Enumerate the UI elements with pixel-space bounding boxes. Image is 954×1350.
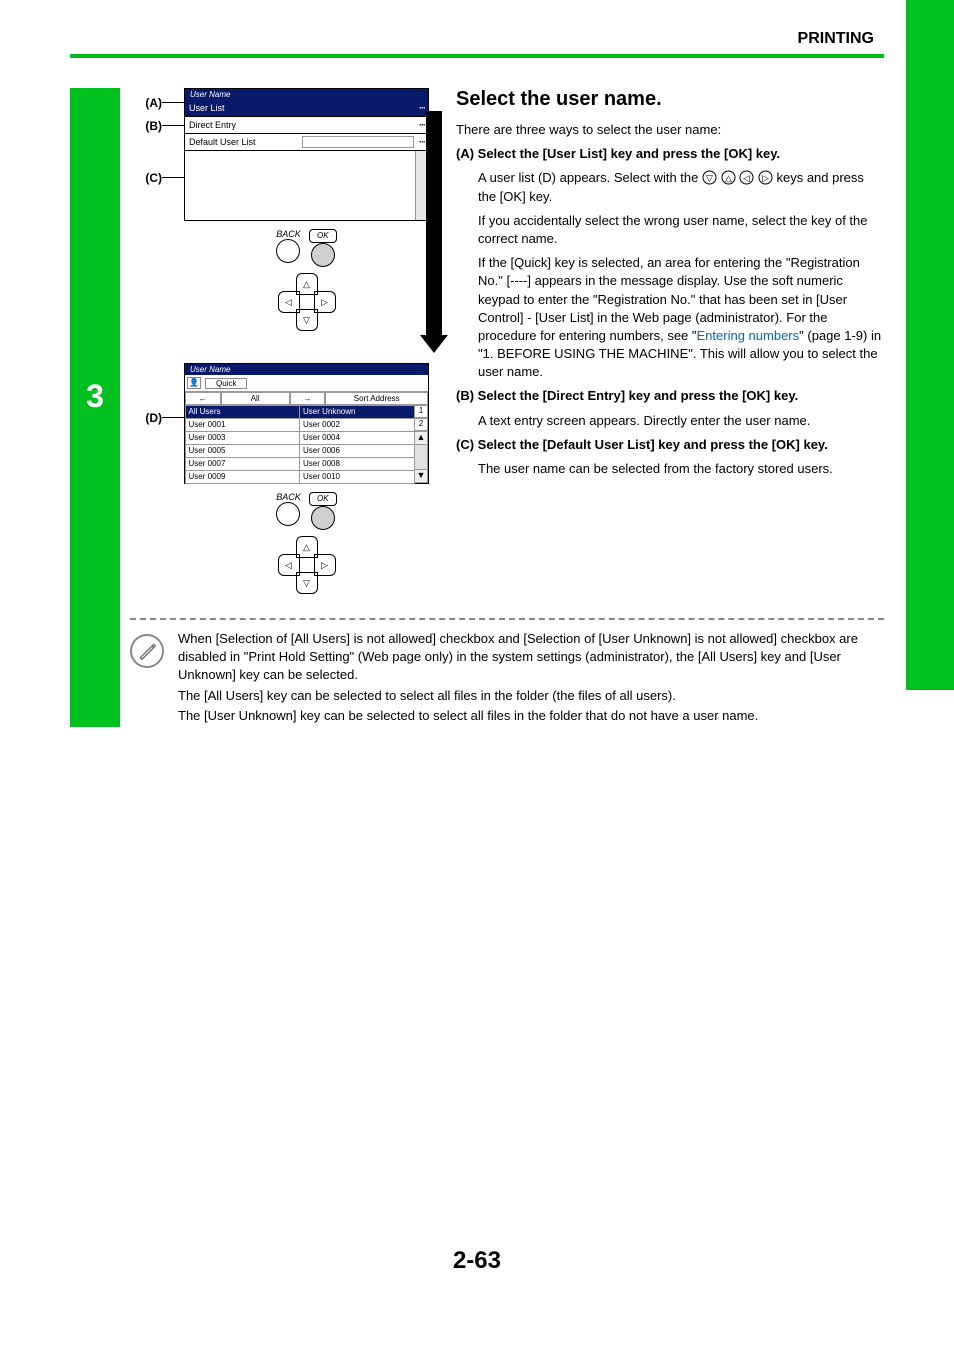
panel-user-name: User Name User List ··· — [184, 88, 429, 117]
quick-button[interactable]: Quick — [205, 378, 247, 389]
callout-d: (D) — [130, 411, 162, 425]
left-key-icon: ◁ — [739, 170, 754, 185]
entering-numbers-link[interactable]: Entering numbers — [697, 328, 800, 343]
scroll-down-icon[interactable]: ▼ — [414, 469, 428, 483]
instruction-column: Select the user name. There are three wa… — [456, 88, 884, 604]
col-user-unknown[interactable]: User Unknown — [299, 405, 415, 419]
panel-title: User Name — [185, 89, 428, 100]
svg-text:◁: ◁ — [743, 173, 750, 183]
dpad-down[interactable]: ▽ — [296, 572, 318, 594]
user-cell[interactable]: User 0008 — [299, 457, 415, 471]
svg-text:△: △ — [725, 173, 732, 183]
user-cell[interactable]: User 0002 — [299, 418, 415, 432]
back-button[interactable] — [276, 502, 300, 526]
default-field — [302, 136, 415, 148]
page-number: 2-63 — [70, 1247, 884, 1275]
back-label: BACK — [276, 229, 301, 239]
callout-b: (B) — [130, 119, 162, 133]
item-b-label: (B) Select the [Direct Entry] key and pr… — [456, 387, 884, 405]
ok-label: OK — [309, 229, 337, 243]
header-rule — [70, 54, 884, 58]
user-cell[interactable]: User 0010 — [299, 470, 415, 484]
item-c-label: (C) Select the [Default User List] key a… — [456, 436, 884, 454]
user-cell[interactable]: User 0007 — [185, 457, 301, 471]
item-a-body: A user list (D) appears. Select with the… — [478, 169, 884, 205]
intro-text: There are three ways to select the user … — [456, 121, 884, 139]
scroll-up-icon[interactable]: ▲ — [414, 431, 428, 445]
panel-user-list: User Name 👤 Quick ← All → Sort Address — [184, 363, 429, 484]
panel-empty-area — [184, 151, 429, 221]
scrollbar[interactable]: ▲ ▼ — [414, 431, 428, 483]
callout-a: (A) — [130, 96, 162, 110]
col-all-users[interactable]: All Users — [185, 405, 301, 419]
section-header: PRINTING — [70, 30, 884, 48]
dpad: △ ◁ ▷ ▽ — [278, 273, 336, 331]
user-cell[interactable]: User 0004 — [299, 431, 415, 445]
user-icon: 👤 — [187, 377, 201, 389]
control-pad: BACK OK △ ◁ ▷ ▽ — [184, 484, 429, 604]
right-key-icon: ▷ — [758, 170, 773, 185]
dpad-down[interactable]: ▽ — [296, 309, 318, 331]
row-user-list[interactable]: User List ··· — [185, 100, 428, 116]
note-block: When [Selection of [All Users] is not al… — [130, 630, 884, 727]
ok-button[interactable] — [311, 506, 335, 530]
tab-all[interactable]: All — [221, 392, 290, 405]
down-key-icon: ▽ — [702, 170, 717, 185]
row-direct-entry[interactable]: Direct Entry ··· — [185, 117, 428, 133]
row-default-user-list[interactable]: Default User List ··· — [185, 134, 428, 150]
back-button[interactable] — [276, 239, 300, 263]
step-number: 3 — [70, 378, 120, 415]
svg-text:▽: ▽ — [706, 173, 713, 183]
sort-address-button[interactable]: Sort Address — [325, 392, 428, 405]
flow-arrow-icon — [420, 111, 448, 353]
step-bar: 3 — [70, 88, 120, 727]
ok-button[interactable] — [311, 243, 335, 267]
control-pad: BACK OK △ ◁ ▷ ▽ — [184, 221, 429, 341]
user-cell[interactable]: User 0001 — [185, 418, 301, 432]
user-cell[interactable]: User 0006 — [299, 444, 415, 458]
tab-prev[interactable]: ← — [185, 392, 221, 405]
item-a-label: (A) Select the [User List] key and press… — [456, 145, 884, 163]
svg-text:▷: ▷ — [762, 173, 769, 183]
step-heading: Select the user name. — [456, 88, 884, 111]
diagram-column: (A) User Name User List ··· — [130, 88, 436, 604]
user-cell[interactable]: User 0009 — [185, 470, 301, 484]
divider — [130, 618, 884, 620]
note-icon — [130, 634, 164, 668]
user-cell[interactable]: User 0003 — [185, 431, 301, 445]
user-cell[interactable]: User 0005 — [185, 444, 301, 458]
up-key-icon: △ — [721, 170, 736, 185]
callout-c: (C) — [130, 171, 162, 185]
tab-next[interactable]: → — [290, 392, 326, 405]
